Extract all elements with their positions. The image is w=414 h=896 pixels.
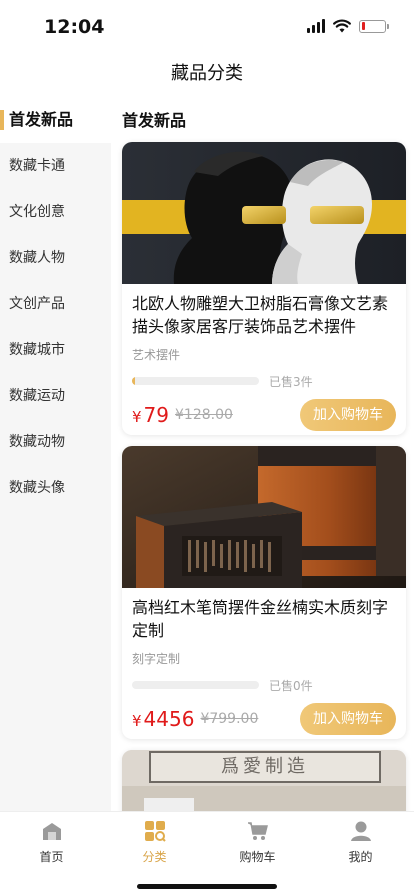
- tab-cart[interactable]: 购物车: [206, 820, 309, 865]
- category-icon: [144, 821, 166, 842]
- product-image: 爲愛制造: [122, 750, 406, 811]
- section-title: 首发新品: [122, 111, 187, 130]
- sidebar-item-culture[interactable]: 文化创意: [0, 189, 111, 235]
- original-price: ¥799.00: [200, 711, 259, 727]
- sold-count: 已售3件: [269, 374, 313, 389]
- sidebar-item-products[interactable]: 文创产品: [0, 281, 111, 327]
- product-title: 高档红木笔筒摆件金丝楠实木质刻字定制: [132, 598, 389, 640]
- tab-label: 首页: [39, 850, 64, 864]
- user-icon: [350, 821, 371, 841]
- add-to-cart-button[interactable]: 加入购物车: [300, 399, 396, 431]
- product-image: [122, 446, 406, 588]
- status-bar: 12:04: [0, 0, 414, 52]
- home-icon: [42, 823, 61, 840]
- home-indicator: [137, 884, 277, 889]
- product-price: ¥4456: [132, 707, 195, 731]
- sidebar-item-animals[interactable]: 数藏动物: [0, 419, 111, 465]
- product-card[interactable]: 北欧人物雕塑大卫树脂石膏像文艺素描头像家居客厅装饰品艺术摆件 艺术摆件 已售3件…: [122, 142, 406, 435]
- battery-icon: [359, 19, 389, 33]
- sidebar-item-avatar[interactable]: 数藏头像: [0, 465, 111, 511]
- tab-label: 购物车: [239, 850, 276, 864]
- sales-progress-bar: [132, 681, 259, 689]
- product-card[interactable]: 爲愛制造: [122, 750, 406, 811]
- category-sidebar: 首发新品 数藏卡通 文化创意 数藏人物 文创产品 数藏城市 数藏运动 数藏动物 …: [0, 97, 111, 811]
- product-card[interactable]: 高档红木笔筒摆件金丝楠实木质刻字定制 刻字定制 已售0件 ¥4456 ¥799.…: [122, 446, 406, 739]
- sold-count: 已售0件: [269, 678, 313, 693]
- signal-icon: [307, 19, 325, 33]
- tab-home[interactable]: 首页: [0, 820, 103, 865]
- status-time: 12:04: [44, 16, 105, 38]
- tab-label: 分类: [142, 850, 167, 864]
- sign-text: 爲愛制造: [221, 756, 309, 777]
- tab-label: 我的: [348, 850, 373, 864]
- product-price: ¥79: [132, 403, 169, 427]
- sidebar-item-cartoon[interactable]: 数藏卡通: [0, 143, 111, 189]
- page-title: 藏品分类: [171, 63, 243, 84]
- sidebar-item-first-release[interactable]: 首发新品: [0, 97, 111, 143]
- product-title: 北欧人物雕塑大卫树脂石膏像文艺素描头像家居客厅装饰品艺术摆件: [132, 294, 389, 336]
- product-image: [122, 142, 406, 284]
- cart-icon: [247, 822, 268, 840]
- tab-category[interactable]: 分类: [103, 820, 206, 865]
- product-list: 首发新品 北欧人物雕塑大卫树脂石膏像文艺素描头像家居客厅装饰品艺术摆件 艺术摆件…: [111, 97, 414, 811]
- wifi-icon: [333, 19, 351, 33]
- original-price: ¥128.00: [175, 407, 233, 423]
- tab-profile[interactable]: 我的: [309, 820, 412, 865]
- sidebar-item-people[interactable]: 数藏人物: [0, 235, 111, 281]
- sales-progress-bar: [132, 377, 259, 385]
- product-subtitle: 刻字定制: [132, 652, 181, 666]
- sidebar-item-sports[interactable]: 数藏运动: [0, 373, 111, 419]
- add-to-cart-button[interactable]: 加入购物车: [300, 703, 396, 735]
- product-subtitle: 艺术摆件: [132, 348, 181, 362]
- sidebar-item-city[interactable]: 数藏城市: [0, 327, 111, 373]
- status-icons: [307, 19, 389, 33]
